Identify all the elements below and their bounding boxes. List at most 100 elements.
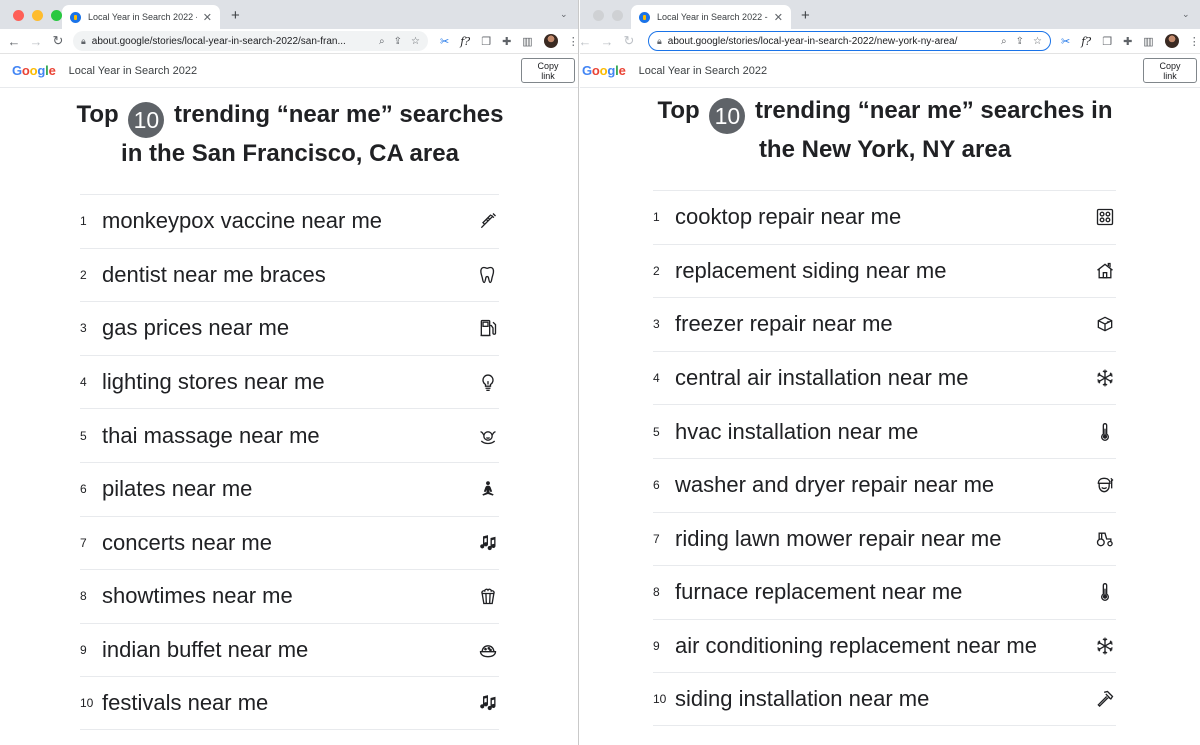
zoom-magnifier-icon[interactable]: ⌕ — [1001, 36, 1007, 47]
lock-icon: 🔒︎ — [657, 35, 662, 46]
scissors-extension-icon[interactable]: ✂ — [440, 35, 449, 48]
tab-local-year-in-search[interactable]: Local Year in Search 2022 - Sa ✕ — [62, 5, 220, 29]
site-name[interactable]: Local Year in Search 2022 — [69, 65, 197, 77]
item-rank: 10 — [653, 692, 667, 707]
item-search-term: cooktop repair near me — [675, 204, 902, 230]
forward-arrow-icon[interactable]: → — [596, 34, 618, 49]
puzzle-extensions-icon[interactable]: ✚ — [1123, 35, 1132, 48]
bookmark-star-icon[interactable]: ☆ — [1033, 36, 1042, 47]
lock-icon: 🔒︎ — [81, 35, 86, 46]
tooth-icon — [477, 264, 499, 286]
item-rank: 7 — [653, 531, 660, 546]
tab-local-year-in-search[interactable]: Local Year in Search 2022 - Ne ✕ — [631, 5, 791, 29]
site-name[interactable]: Local Year in Search 2022 — [639, 65, 767, 77]
list-item: 1 cooktop repair near me — [653, 190, 1116, 244]
list-item: 1 monkeypox vaccine near me — [80, 194, 499, 248]
reload-icon[interactable]: ↻ — [47, 33, 69, 49]
item-search-term: air conditioning replacement near me — [675, 633, 1037, 659]
back-arrow-icon[interactable]: ← — [580, 34, 596, 49]
item-rank: 9 — [653, 639, 660, 654]
item-rank: 4 — [653, 371, 660, 386]
item-rank: 2 — [80, 267, 87, 282]
logo-letter: g — [607, 63, 616, 78]
tab-title: Local Year in Search 2022 - Sa — [88, 12, 197, 22]
list-item: 5 thai massage near me — [80, 408, 499, 462]
title-line-2: in the San Francisco, CA area — [121, 140, 459, 167]
formula-extension-icon[interactable]: f? — [460, 35, 470, 48]
close-window-button[interactable] — [13, 10, 24, 21]
lightbulb-icon — [477, 371, 499, 393]
item-rank: 8 — [80, 589, 87, 604]
url-text[interactable]: about.google/stories/local-year-in-searc… — [92, 36, 373, 47]
list-item: 7 riding lawn mower repair near me — [653, 511, 1116, 566]
minimize-window-button[interactable] — [32, 10, 43, 21]
new-tab-plus-icon[interactable]: + — [801, 7, 810, 24]
item-search-term: riding lawn mower repair near me — [675, 525, 1002, 551]
list-item: 10 siding installation near me — [653, 672, 1116, 726]
item-rank: 8 — [653, 585, 660, 600]
item-rank: 9 — [80, 643, 87, 658]
tab-search-chevron-down-icon[interactable]: ⌄ — [560, 9, 568, 20]
item-search-term: thai massage near me — [102, 422, 320, 448]
item-rank: 7 — [80, 535, 87, 550]
scissors-extension-icon[interactable]: ✂ — [1061, 35, 1070, 48]
formula-extension-icon[interactable]: f? — [1081, 35, 1091, 48]
copy-link-button[interactable]: Copy link — [1143, 58, 1197, 83]
address-bar[interactable]: 🔒︎ about.google/stories/local-year-in-se… — [73, 31, 428, 51]
google-logo[interactable]: Google — [582, 63, 626, 78]
puzzle-extensions-icon[interactable]: ✚ — [502, 35, 511, 48]
zoom-magnifier-icon[interactable]: ⌕ — [379, 36, 385, 47]
copy-link-button[interactable]: Copy link — [521, 58, 575, 83]
item-search-term: washer and dryer repair near me — [675, 472, 995, 498]
close-tab-icon[interactable]: ✕ — [774, 11, 783, 24]
item-search-term: siding installation near me — [675, 686, 930, 712]
url-text[interactable]: about.google/stories/local-year-in-searc… — [668, 36, 995, 47]
address-bar[interactable]: 🔒︎ about.google/stories/local-year-in-se… — [648, 31, 1051, 51]
google-logo[interactable]: Google — [12, 63, 56, 78]
item-rank: 5 — [653, 424, 660, 439]
tab-strip: Local Year in Search 2022 - Ne ✕ + ⌄ — [580, 0, 1200, 29]
side-panel-icon[interactable]: ▥ — [1143, 35, 1153, 48]
tab-strip: Local Year in Search 2022 - Sa ✕ + ⌄ — [0, 0, 578, 29]
share-icon[interactable]: ⇪ — [394, 36, 402, 47]
extensions-area: ✂ f? ❐ ✚ ▥ — [440, 34, 558, 48]
massage-icon — [477, 425, 499, 447]
side-panel-icon[interactable]: ▥ — [522, 35, 532, 48]
share-icon[interactable]: ⇪ — [1016, 36, 1024, 47]
title-top-word: Top — [657, 97, 700, 124]
page-title: Top 10 trending “near me” searches in th… — [630, 95, 1140, 166]
new-tab-plus-icon[interactable]: + — [231, 7, 240, 24]
title-line-1: trending “near me” searches — [174, 101, 504, 128]
logo-letter: e — [48, 63, 56, 78]
tab-search-chevron-down-icon[interactable]: ⌄ — [1182, 9, 1190, 20]
cooktop-icon — [1094, 206, 1116, 228]
forward-arrow-icon[interactable]: → — [25, 34, 47, 49]
more-menu-kebab-icon[interactable]: ⋮ — [1189, 35, 1200, 48]
more-menu-kebab-icon[interactable]: ⋮ — [568, 35, 578, 48]
profile-avatar[interactable] — [1164, 34, 1179, 48]
bookmark-star-icon[interactable]: ☆ — [411, 36, 420, 47]
close-tab-icon[interactable]: ✕ — [203, 11, 212, 24]
close-window-button[interactable] — [593, 10, 604, 21]
snowflake-icon — [1094, 367, 1116, 389]
minimize-window-button[interactable] — [612, 10, 623, 21]
logo-letter: G — [12, 63, 22, 78]
profile-avatar[interactable] — [543, 34, 558, 48]
hammer-icon — [1094, 688, 1116, 710]
tab-copy-extension-icon[interactable]: ❐ — [1102, 35, 1112, 48]
page-title: Top 10 trending “near me” searches in th… — [40, 99, 540, 170]
list-item: 6 pilates near me — [80, 461, 499, 516]
tab-copy-extension-icon[interactable]: ❐ — [481, 35, 491, 48]
google-pin-favicon-icon — [70, 11, 81, 23]
item-search-term: freezer repair near me — [675, 311, 893, 337]
list-item: 2 replacement siding near me — [653, 243, 1116, 298]
item-rank: 6 — [653, 478, 660, 493]
list-item: 6 washer and dryer repair near me — [653, 457, 1116, 512]
list-item: 2 dentist near me braces — [80, 247, 499, 302]
logo-letter: o — [21, 63, 30, 78]
list-item: 8 furnace replacement near me — [653, 565, 1116, 619]
maximize-window-button[interactable] — [51, 10, 62, 21]
reload-icon[interactable]: ↻ — [618, 33, 640, 49]
music-notes-icon — [477, 532, 499, 554]
back-arrow-icon[interactable]: ← — [3, 34, 25, 49]
